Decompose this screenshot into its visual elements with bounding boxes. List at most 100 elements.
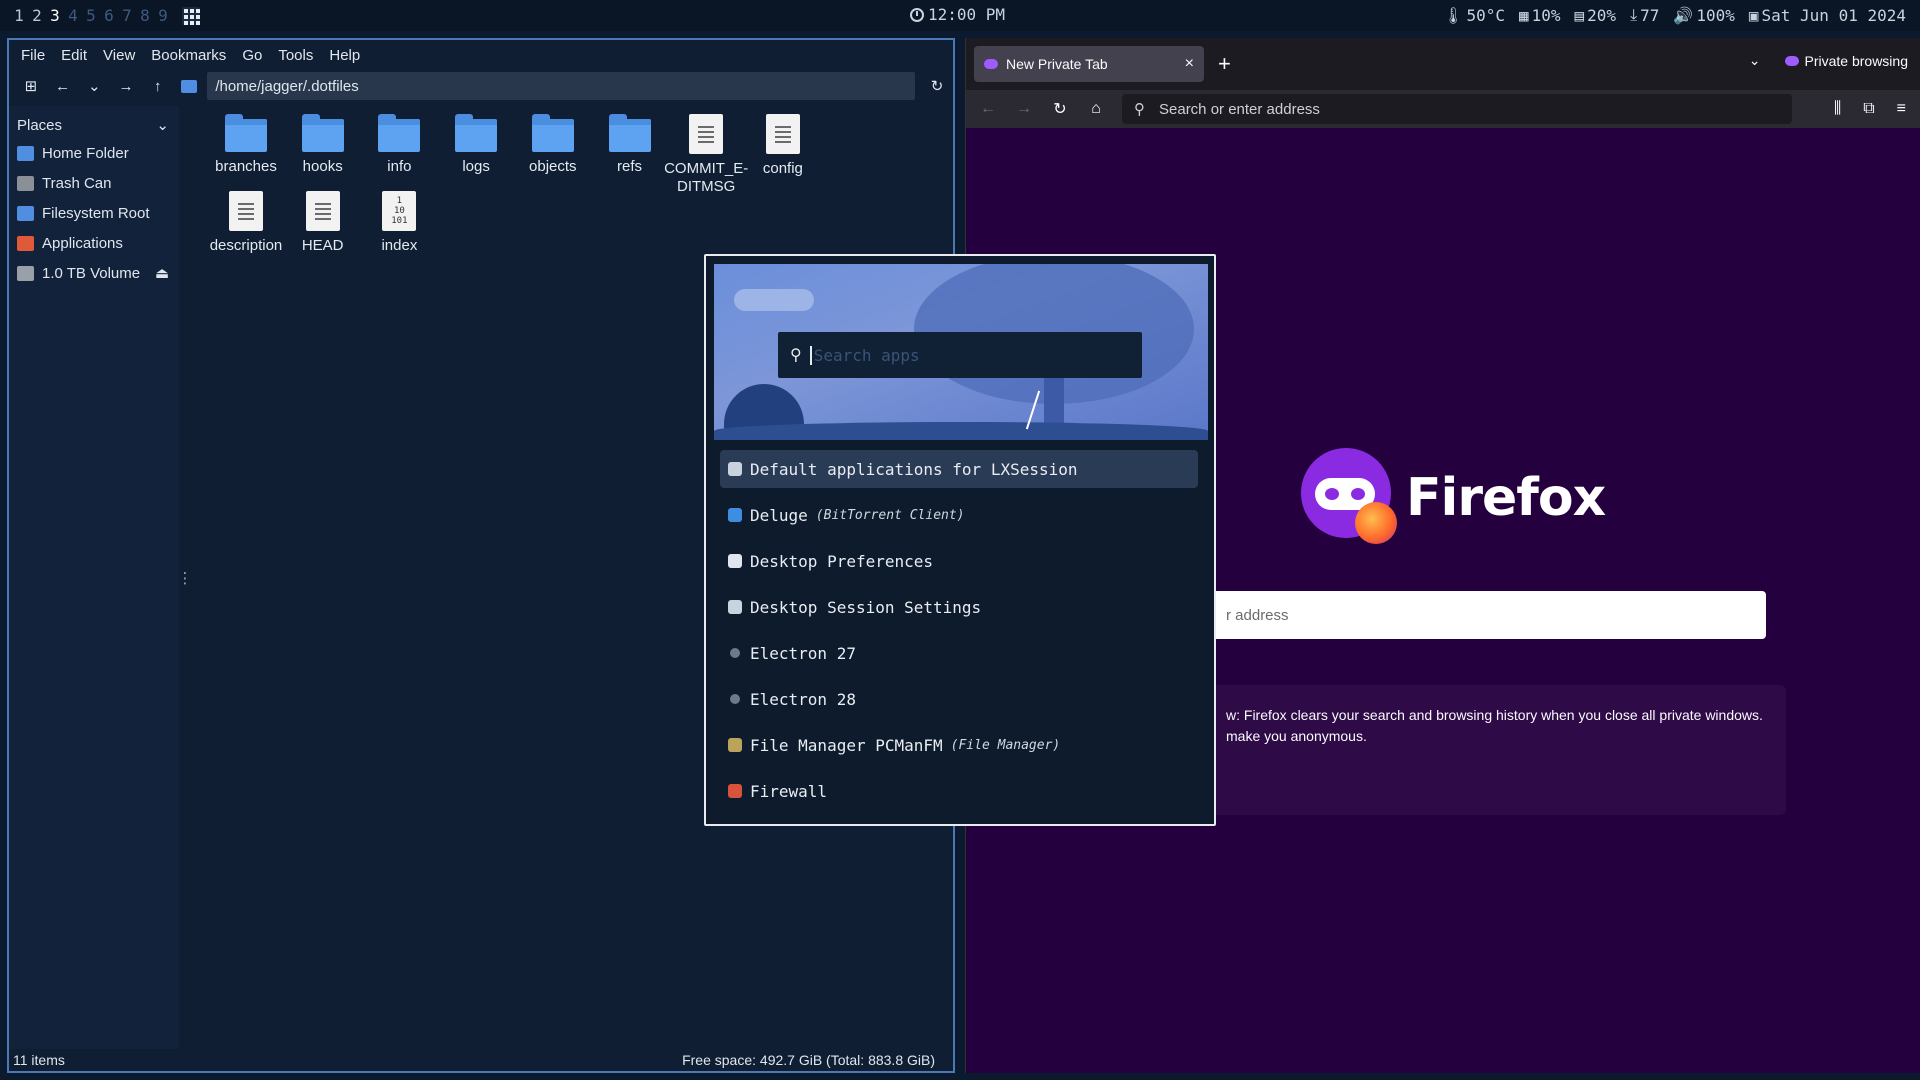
memory-indicator: ▤ 20% [1575, 6, 1617, 25]
launcher-item[interactable]: Default applications for LXSession [720, 450, 1198, 488]
app-icon [728, 554, 742, 568]
search-icon: ⚲ [790, 347, 802, 364]
sidebar-resize-handle[interactable]: ⋮ [178, 106, 193, 1049]
menu-edit[interactable]: Edit [55, 47, 93, 64]
free-space: Free space: 492.7 GiB (Total: 883.8 GiB) [682, 1052, 935, 1068]
launcher-item[interactable]: Desktop Session Settings [720, 584, 1198, 630]
folder-icon [531, 114, 574, 152]
reload-icon: ↻ [930, 78, 944, 95]
download-icon: ⤓ [1630, 5, 1638, 24]
close-tab-icon[interactable]: × [1185, 55, 1194, 73]
memory-icon: ▤ [1574, 5, 1585, 25]
file-item[interactable]: refs [587, 114, 673, 176]
address-bar[interactable]: ⚲ Search or enter address [1122, 94, 1792, 124]
chevron-down-icon: ⌄ [88, 78, 101, 95]
private-mask-icon [1784, 55, 1799, 66]
launcher-item[interactable]: Electron 27 [720, 630, 1198, 676]
menu-bookmarks[interactable]: Bookmarks [145, 47, 232, 64]
home-button[interactable]: ⌂ [1086, 100, 1106, 118]
file-name: HEAD [301, 237, 344, 254]
menu-icon[interactable]: ≡ [1897, 100, 1906, 118]
binary-file-icon: 1 10 101 [382, 191, 417, 231]
reload-button[interactable]: ↻ [1050, 99, 1070, 119]
menu-tools[interactable]: Tools [272, 47, 319, 64]
menu-bar: File Edit View Bookmarks Go Tools Help [9, 40, 953, 70]
launcher-item[interactable]: Deluge (BitTorrent Client) [720, 492, 1198, 538]
sidebar-item-home-folder[interactable]: Home Folder [9, 138, 179, 168]
file-name: branches [215, 158, 277, 175]
private-search-box[interactable]: r address [1206, 591, 1766, 639]
menu-view[interactable]: View [97, 47, 141, 64]
file-item[interactable]: 1 10 101 index [356, 191, 442, 255]
file-item[interactable]: COMMIT_E- DITMSG [663, 114, 749, 196]
back-button[interactable]: ← [978, 100, 998, 118]
file-name: refs [616, 158, 642, 175]
app-search-input[interactable]: ⚲ Search apps [778, 332, 1142, 378]
workspace-6[interactable]: 6 [100, 6, 118, 25]
menu-file[interactable]: File [15, 47, 51, 64]
file-name: info [387, 158, 412, 175]
library-icon[interactable]: ⫼ [1834, 100, 1841, 118]
sidebar-item-trash-can[interactable]: Trash Can [9, 168, 179, 198]
file-item[interactable]: config [740, 114, 826, 178]
places-header[interactable]: Places ⌄ [9, 112, 179, 138]
menu-help[interactable]: Help [323, 47, 366, 64]
new-tab-button[interactable]: + [1218, 51, 1231, 77]
status-bar: 11 items Free space: 492.7 GiB (Total: 8… [9, 1049, 953, 1071]
workspace-7[interactable]: 7 [118, 6, 136, 25]
cpu-value: 10% [1531, 5, 1561, 25]
workspace-8[interactable]: 8 [136, 6, 154, 25]
workspace-2[interactable]: 2 [28, 6, 46, 25]
path-bar[interactable]: /home/jagger/.dotfiles [207, 72, 916, 100]
new-tab-button[interactable]: ⊞ [15, 72, 47, 100]
sidebar-item-applications[interactable]: Applications [9, 228, 179, 258]
file-item[interactable]: description [203, 191, 289, 255]
clock[interactable]: 12:00 PM [910, 5, 1005, 24]
app-description: (File Manager) [950, 737, 1061, 753]
launcher-item[interactable]: File Manager PCManFM (File Manager) [720, 722, 1198, 768]
list-tabs-button[interactable]: ⌄ [1749, 52, 1761, 69]
file-item[interactable]: logs [433, 114, 519, 176]
extensions-icon[interactable]: ⧉ [1863, 100, 1874, 118]
file-item[interactable]: objects [510, 114, 596, 176]
updates-indicator[interactable]: ⤓ 77 [1630, 5, 1659, 25]
tab-new-private[interactable]: New Private Tab × [974, 46, 1204, 82]
forward-button[interactable]: → [1014, 100, 1034, 118]
launcher-item[interactable]: Desktop Preferences [720, 538, 1198, 584]
nav-bar-right: ⫼ ⧉ ≡ [1834, 100, 1906, 118]
sidebar-item-1-0-tb-volume[interactable]: 1.0 TB Volume ⏏ [9, 258, 179, 288]
up-button[interactable]: ↑ [142, 72, 174, 100]
launcher-item[interactable]: Firewall [720, 768, 1198, 814]
menu-go[interactable]: Go [236, 47, 268, 64]
forward-button[interactable]: → [110, 72, 142, 100]
file-name: logs [462, 158, 490, 175]
app-grid-icon[interactable] [182, 6, 200, 25]
launcher-item[interactable]: Electron 28 [720, 676, 1198, 722]
reload-button[interactable]: ↻ [921, 72, 953, 100]
home-button[interactable] [174, 72, 206, 100]
sidebar-item-label: Applications [42, 234, 123, 252]
tab-title: New Private Tab [1006, 56, 1108, 72]
file-item[interactable]: branches [203, 114, 289, 176]
file-item[interactable]: HEAD [280, 191, 366, 255]
firefox-wordmark: Firefox [1406, 468, 1606, 528]
file-item[interactable]: hooks [280, 114, 366, 176]
volume-indicator[interactable]: 🔊 100% [1673, 6, 1734, 25]
chevron-down-icon: ⌄ [156, 117, 169, 134]
date-indicator[interactable]: ▣ Sat Jun 01 2024 [1749, 6, 1906, 25]
file-item[interactable]: info [356, 114, 442, 176]
back-button[interactable]: ← [47, 72, 79, 100]
sidebar-item-filesystem-root[interactable]: Filesystem Root [9, 198, 179, 228]
workspace-3[interactable]: 3 [46, 6, 64, 25]
tab-bar-right: ⌄ Private browsing [1749, 52, 1908, 69]
app-icon [728, 600, 742, 614]
workspace-5[interactable]: 5 [82, 6, 100, 25]
address-placeholder: Search or enter address [1159, 100, 1320, 118]
workspace-4[interactable]: 4 [64, 6, 82, 25]
eject-icon[interactable]: ⏏ [155, 264, 169, 282]
tab-bar: New Private Tab × + ⌄ Private browsing [966, 38, 1920, 90]
workspace-9[interactable]: 9 [154, 6, 172, 25]
private-browsing-indicator: Private browsing [1784, 53, 1908, 69]
history-button[interactable]: ⌄ [78, 72, 110, 100]
workspace-1[interactable]: 1 [10, 6, 28, 25]
